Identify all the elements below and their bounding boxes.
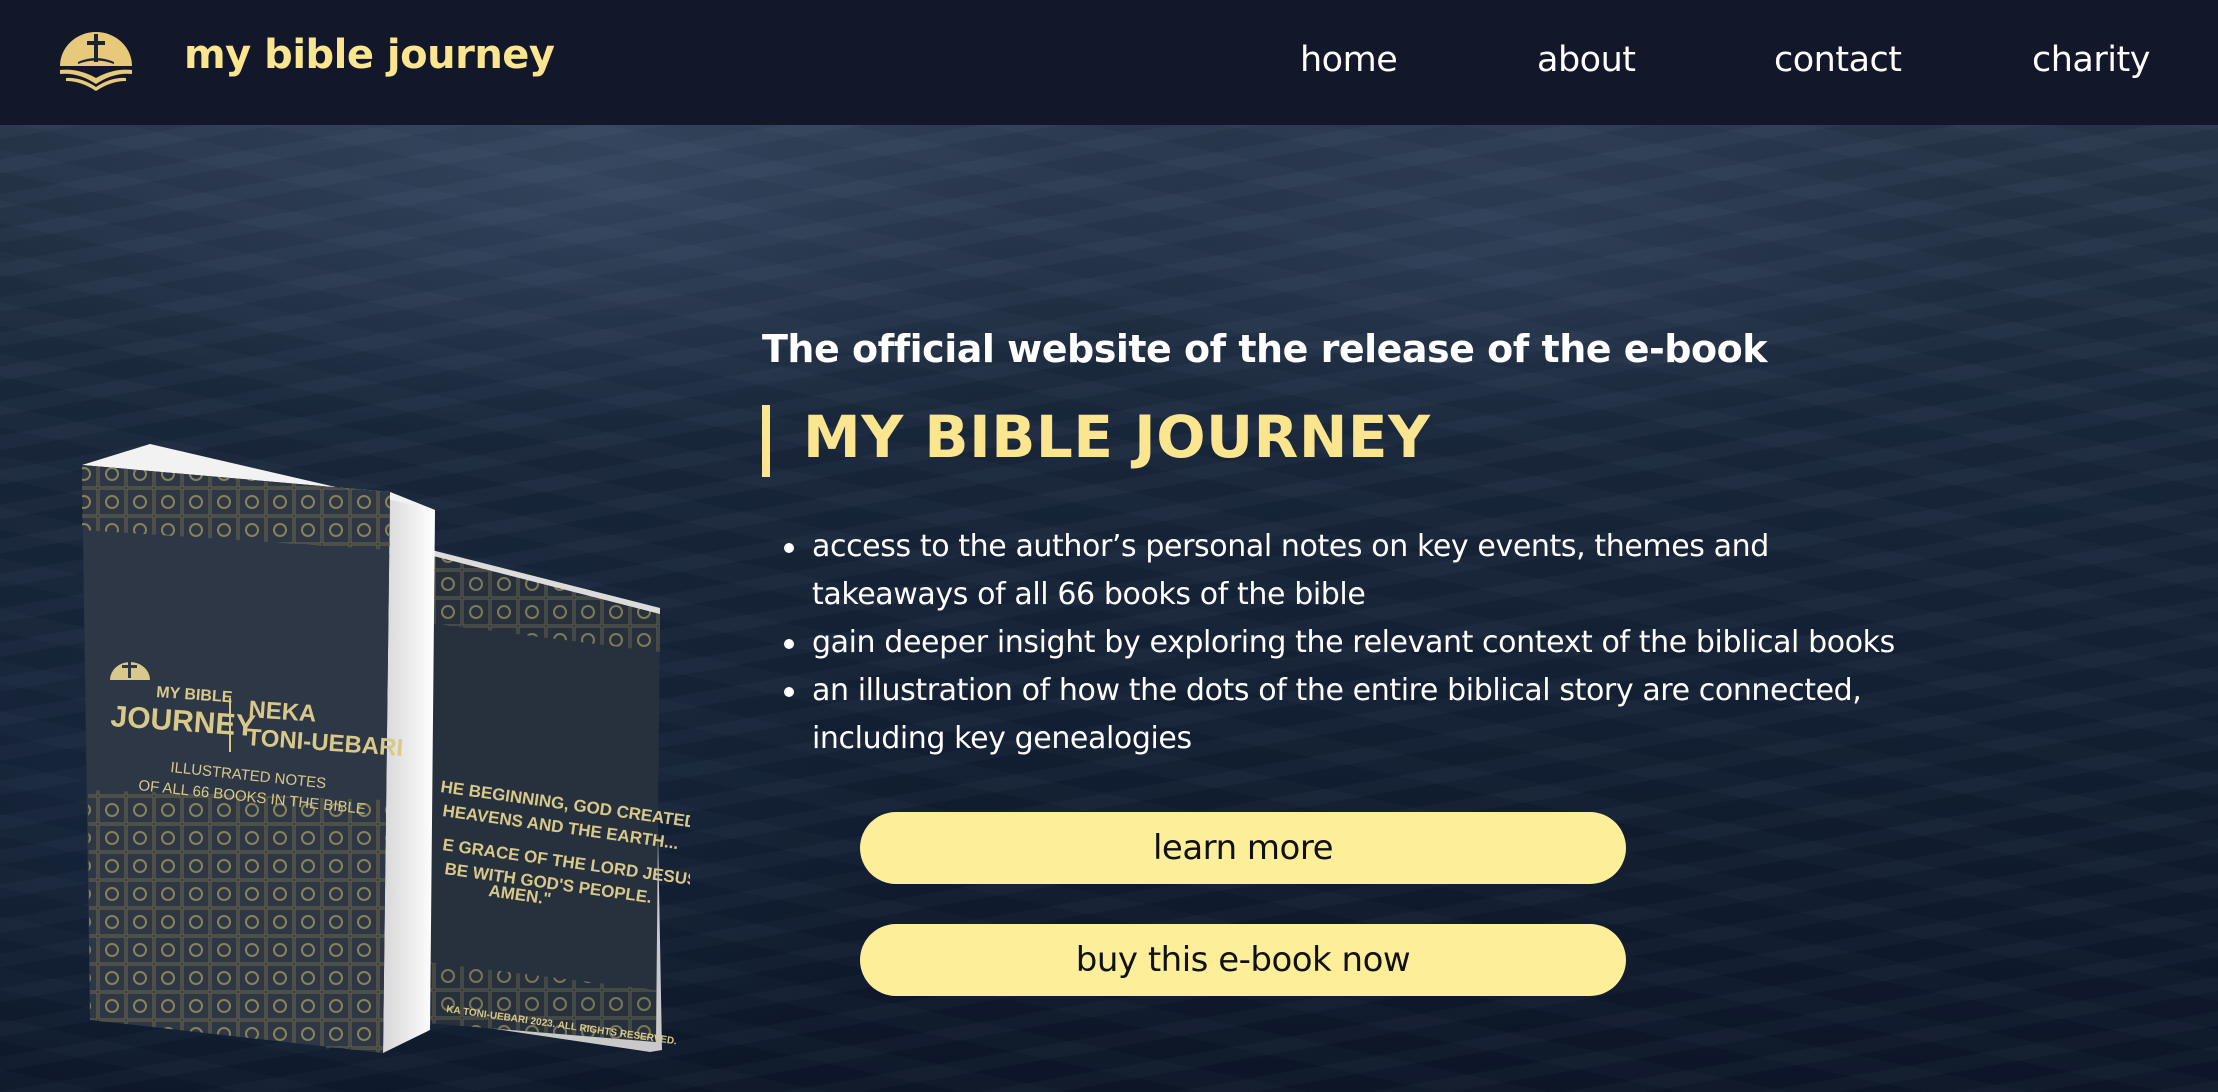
cross-over-open-book-icon[interactable] — [56, 30, 136, 92]
nav-link-charity[interactable]: charity — [2032, 40, 2150, 80]
learn-more-button[interactable]: learn more — [860, 812, 1626, 884]
title-accent-bar — [762, 405, 770, 477]
hero-subtitle: The official website of the release of t… — [762, 327, 1768, 371]
buy-ebook-button[interactable]: buy this e-book now — [860, 924, 1626, 996]
site-header: my bible journey home about contact char… — [0, 0, 2218, 125]
svg-text:NEKA: NEKA — [248, 696, 318, 728]
nav-link-about[interactable]: about — [1537, 40, 1636, 80]
feature-list: access to the author’s personal notes on… — [784, 523, 1904, 763]
brand-name[interactable]: my bible journey — [184, 32, 555, 78]
front-book: MY BIBLE JOURNEY NEKA TONI-UEBARI ILLUST… — [82, 444, 435, 1053]
feature-item: an illustration of how the dots of the e… — [784, 667, 1904, 763]
nav-link-home[interactable]: home — [1300, 40, 1398, 80]
feature-item: access to the author’s personal notes on… — [784, 523, 1904, 619]
hero-section: HE BEGINNING, GOD CREATED HEAVENS AND TH… — [0, 125, 2218, 1092]
hero-title: MY BIBLE JOURNEY — [803, 403, 1431, 471]
ebook-cover-mockup: HE BEGINNING, GOD CREATED HEAVENS AND TH… — [82, 444, 690, 1053]
nav-link-contact[interactable]: contact — [1774, 40, 1902, 80]
feature-item: gain deeper insight by exploring the rel… — [784, 619, 1904, 667]
